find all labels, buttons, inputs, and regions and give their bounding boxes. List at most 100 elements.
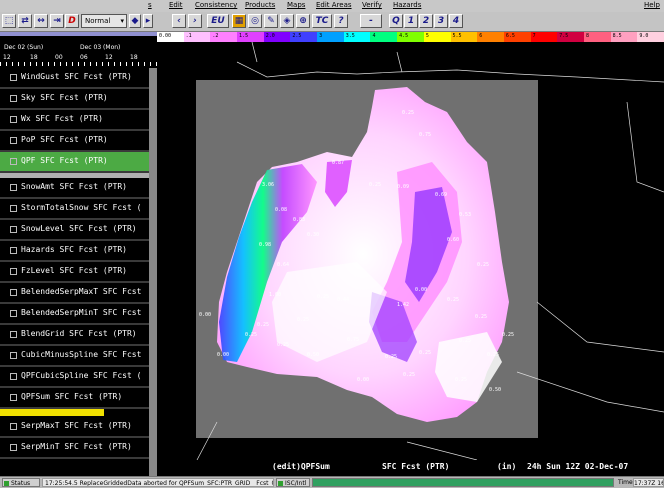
grid-row[interactable]: Wx SFC Fcst (PTR) [0, 110, 149, 131]
grid-visibility-checkbox[interactable] [10, 95, 17, 102]
timeline-scroll[interactable] [0, 32, 157, 36]
timeline-day-1: Dec 02 (Sun) [4, 44, 44, 51]
grid-row[interactable]: SerpMinT SFC Fcst (PTR) [0, 438, 149, 459]
button-4[interactable]: 4 [449, 14, 463, 28]
shrink-icon: ⇥ [53, 16, 61, 26]
grid-row[interactable]: BlendGrid SFC Fcst (PTR) [0, 325, 149, 346]
grid-visibility-checkbox[interactable] [10, 137, 17, 144]
grid-row[interactable]: SerpMaxT SFC Fcst (PTR) [0, 417, 149, 438]
menu-item-edit[interactable]: Edit [169, 1, 183, 9]
status-led-icon [4, 481, 9, 486]
grid-visibility-checkbox[interactable] [10, 373, 17, 380]
menu-item-help[interactable]: Help [644, 1, 660, 9]
grid-row[interactable]: QPFCubicSpline SFC Fcst ( [0, 367, 149, 388]
grid-value-label: 0.25 [277, 342, 290, 348]
grid-value-label: 0.25 [502, 332, 515, 338]
grid-row[interactable]: BelendedSerpMaxT SFC Fcst [0, 283, 149, 304]
eu-button[interactable]: EU [207, 14, 229, 28]
color-bar-label: 6.5 [505, 33, 515, 39]
grid-number-icon: ▦ [234, 16, 244, 26]
grid-row-label: BelendedSerpMinT SFC Fcst [21, 308, 142, 317]
help-query-button[interactable]: ? [334, 14, 348, 28]
grid-row-label: QPFSum SFC Fcst (PTR) [21, 392, 123, 401]
step-forward-button[interactable]: › [188, 14, 202, 28]
prev-grid-button[interactable]: ▸ [143, 14, 153, 28]
grid-value-label: 0.25 [402, 110, 415, 116]
grid-row[interactable]: CubicMinusSpline SFC Fcst [0, 346, 149, 367]
grid-visibility-checkbox[interactable] [10, 184, 17, 191]
status-button[interactable]: Status [2, 478, 40, 487]
button-1[interactable]: 1 [404, 14, 418, 28]
grid-row[interactable]: QPFSum SFC Fcst (PTR) [0, 388, 149, 409]
pencil-tool-button[interactable]: ✎ [264, 14, 278, 28]
menu-item-s[interactable]: s [148, 1, 152, 9]
grid-visibility-checkbox[interactable] [10, 205, 17, 212]
menu-item-products[interactable]: Products [245, 1, 275, 9]
grid-visibility-checkbox[interactable] [10, 423, 17, 430]
grid-timeline-bar-selected[interactable] [0, 409, 104, 416]
grid-row[interactable]: PoP SFC Fcst (PTR) [0, 131, 149, 152]
delete-grid-button[interactable]: D [65, 14, 79, 28]
color-bar[interactable]: 0.00 .1 .2 1.5 2.0 2.5 3 3.5 4 4.5 5 5.5 6 6.5 7 7.5 8 8.… [157, 32, 664, 42]
grid-value-label: 0.60 [447, 237, 460, 243]
q-button[interactable]: Q [389, 14, 403, 28]
grid-row[interactable]: BelendedSerpMinT SFC Fcst [0, 304, 149, 325]
grid-row-label: QPFCubicSpline SFC Fcst ( [21, 371, 142, 380]
shrink-button[interactable]: ⇥ [50, 14, 64, 28]
grid-visibility-checkbox[interactable] [10, 444, 17, 451]
grid-row[interactable]: SnowAmt SFC Fcst (PTR) [0, 178, 149, 199]
menu-item-maps[interactable]: Maps [287, 1, 305, 9]
grid-row[interactable]: FzLevel SFC Fcst (PTR) [0, 262, 149, 283]
chevron-right-icon: › [193, 16, 197, 26]
step-back-button[interactable]: ‹ [172, 14, 186, 28]
menu-item-verify[interactable]: Verify [362, 1, 382, 9]
target-tool-button[interactable]: ◎ [248, 14, 262, 28]
grid-visibility-checkbox[interactable] [10, 310, 17, 317]
spatial-editor-map[interactable]: 0.00 .1 .2 1.5 2.0 2.5 3 3.5 4 4.5 5 5.5 6 6.5 7 7.5 8 8.… [157, 32, 664, 476]
contour-tool-button[interactable]: ◈ [280, 14, 294, 28]
grid-row[interactable]: Sky SFC Fcst (PTR) [0, 89, 149, 110]
grid-visibility-checkbox[interactable] [10, 289, 17, 296]
option-button[interactable]: ◆ [129, 14, 141, 28]
grid-row-label: QPF SFC Fcst (PTR) [21, 156, 108, 165]
minus-button[interactable]: - [360, 14, 382, 28]
button-2[interactable]: 2 [419, 14, 433, 28]
color-bar-label: 6 [479, 33, 483, 39]
grid-visibility-checkbox[interactable] [10, 226, 17, 233]
timeline-hour: 12 [3, 54, 11, 61]
grid-visibility-checkbox[interactable] [10, 268, 17, 275]
grid-value-label: 0.25 [369, 182, 382, 188]
grid-visibility-checkbox[interactable] [10, 247, 17, 254]
select-tool-button[interactable]: ⬚ [2, 14, 16, 28]
grid-visibility-checkbox[interactable] [10, 158, 17, 165]
vertical-scrollbar[interactable] [149, 68, 157, 476]
grid-row[interactable]: SnowLevel SFC Fcst (PTR) [0, 220, 149, 241]
grid-row[interactable]: StormTotalSnow SFC Fcst ( [0, 199, 149, 220]
expand-icon: ↔ [37, 16, 45, 26]
menu-item-consistency[interactable]: Consistency [195, 1, 237, 9]
grid-value-label: 0.25 [477, 262, 490, 268]
tc-button[interactable]: TC [312, 14, 332, 28]
grid-row-label: BelendedSerpMaxT SFC Fcst [21, 287, 142, 296]
number-tool-button[interactable]: ▦ [232, 14, 246, 28]
grid-visibility-checkbox[interactable] [10, 352, 17, 359]
smooth-tool-button[interactable]: ⊕ [296, 14, 310, 28]
grid-row[interactable]: QPF SFC Fcst (PTR) [0, 152, 149, 173]
minus-icon: - [369, 16, 373, 26]
isc-button[interactable]: ISC/Intl [276, 478, 310, 487]
grid-value-label: 0.98 [259, 242, 272, 248]
button-3[interactable]: 3 [434, 14, 448, 28]
pan-left-right-button[interactable]: ⇄ [18, 14, 32, 28]
map-canvas[interactable] [157, 42, 664, 460]
expand-button[interactable]: ↔ [34, 14, 48, 28]
grid-visibility-checkbox[interactable] [10, 74, 17, 81]
grid-row[interactable]: Hazards SFC Fcst (PTR) [0, 241, 149, 262]
mode-select[interactable]: Normal ▾ [81, 14, 127, 28]
menu-item-edit-areas[interactable]: Edit Areas [316, 1, 352, 9]
isc-label: ISC/Intl [285, 480, 307, 487]
grid-visibility-checkbox[interactable] [10, 116, 17, 123]
menu-item-hazards[interactable]: Hazards [393, 1, 421, 9]
grid-visibility-checkbox[interactable] [10, 331, 17, 338]
grid-visibility-checkbox[interactable] [10, 394, 17, 401]
grid-row[interactable]: WindGust SFC Fcst (PTR) [0, 68, 149, 89]
